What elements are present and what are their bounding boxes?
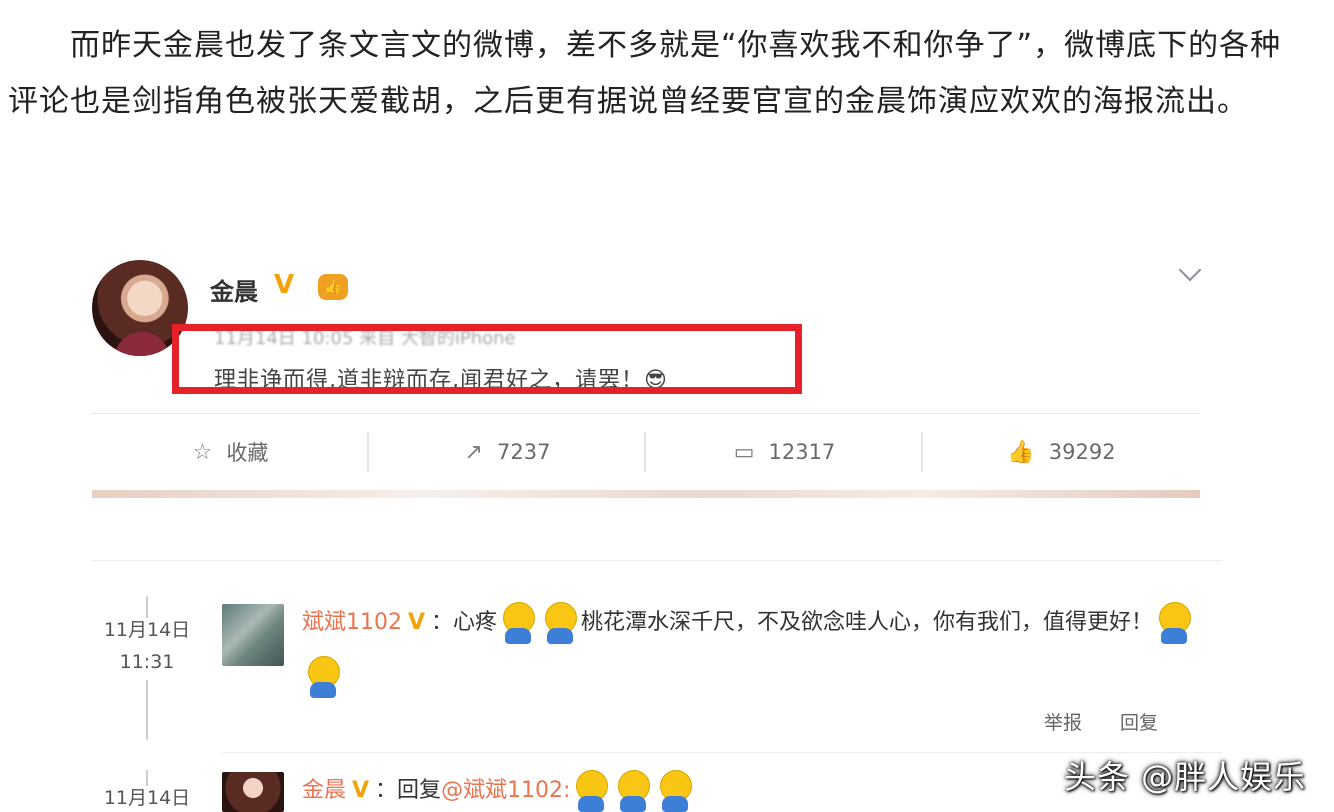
emoji-icon xyxy=(500,602,536,644)
comment-count: 12317 xyxy=(768,440,836,464)
comment-icon: ▭ xyxy=(733,439,755,465)
favorite-label: 收藏 xyxy=(226,441,269,465)
section-divider xyxy=(92,560,1222,561)
comment-body-start: ：回复 xyxy=(375,778,442,803)
emoji-icon xyxy=(542,602,578,644)
comment-text: 斌斌1102 V ：心疼 桃花潭水深千尺，不及欲念哇人心，你有我们，值得更好！ xyxy=(302,596,1202,704)
weibo-post-card: 金晨 V 👍 11月14日 10:05 来自 大智的iPhone 理非诤而得,道… xyxy=(92,258,1202,498)
comment-body-rest: 桃花潭水深千尺，不及欲念哇人心，你有我们，值得更好！ xyxy=(581,610,1154,635)
comment-actions: 举报 回复 xyxy=(1044,708,1158,735)
comment-username[interactable]: 金晨 xyxy=(302,778,346,803)
favorite-button[interactable]: ☆ 收藏 xyxy=(92,430,369,474)
comment-avatar[interactable] xyxy=(222,772,284,812)
share-icon: ↗ xyxy=(464,439,483,465)
chevron-down-icon[interactable] xyxy=(1178,258,1202,282)
comment-button[interactable]: ▭ 12317 xyxy=(646,430,923,474)
verified-icon: V xyxy=(274,270,295,300)
thumbs-up-icon: 👍 xyxy=(1007,439,1035,465)
timeline-line xyxy=(146,680,148,740)
repost-button[interactable]: ↗ 7237 xyxy=(369,430,646,474)
article-paragraph: 而昨天金晨也发了条文言文的微博，差不多就是“你喜欢我不和你争了”，微博底下的各种… xyxy=(8,18,1308,130)
article-text: 而昨天金晨也发了条文言文的微博，差不多就是“你喜欢我不和你争了”，微博底下的各种… xyxy=(8,28,1282,119)
verified-icon: V xyxy=(408,610,426,635)
emoji-icon xyxy=(657,770,693,812)
emoji-icon xyxy=(615,770,651,812)
post-username[interactable]: 金晨 xyxy=(210,272,258,307)
mention-link[interactable]: @斌斌1102: xyxy=(441,778,570,803)
vip-badge-icon: 👍 xyxy=(318,274,348,300)
star-icon: ☆ xyxy=(192,439,213,465)
verified-icon: V xyxy=(352,778,370,803)
emoji-icon xyxy=(305,656,341,698)
watermark: 头条 @胖人娱乐 xyxy=(1064,758,1307,796)
emoji-icon xyxy=(1156,602,1192,644)
post-action-bar: ☆ 收藏 ↗ 7237 ▭ 12317 👍 39292 xyxy=(92,430,1200,474)
like-button[interactable]: 👍 39292 xyxy=(923,430,1200,474)
comment-avatar[interactable] xyxy=(222,604,284,666)
card-divider xyxy=(92,413,1200,414)
repost-count: 7237 xyxy=(496,440,551,464)
image-strip xyxy=(92,490,1200,498)
highlight-box xyxy=(172,324,802,394)
reply-link[interactable]: 回复 xyxy=(1120,712,1158,734)
emoji-icon xyxy=(573,770,609,812)
comment-body-start: ：心疼 xyxy=(431,610,498,635)
comment-date: 11月14日 xyxy=(103,787,191,809)
like-count: 39292 xyxy=(1048,440,1116,464)
comment-date: 11月14日 xyxy=(103,619,191,641)
comment-username[interactable]: 斌斌1102 xyxy=(302,610,402,635)
report-link[interactable]: 举报 xyxy=(1044,712,1082,734)
comment-time: 11:31 xyxy=(119,651,175,673)
